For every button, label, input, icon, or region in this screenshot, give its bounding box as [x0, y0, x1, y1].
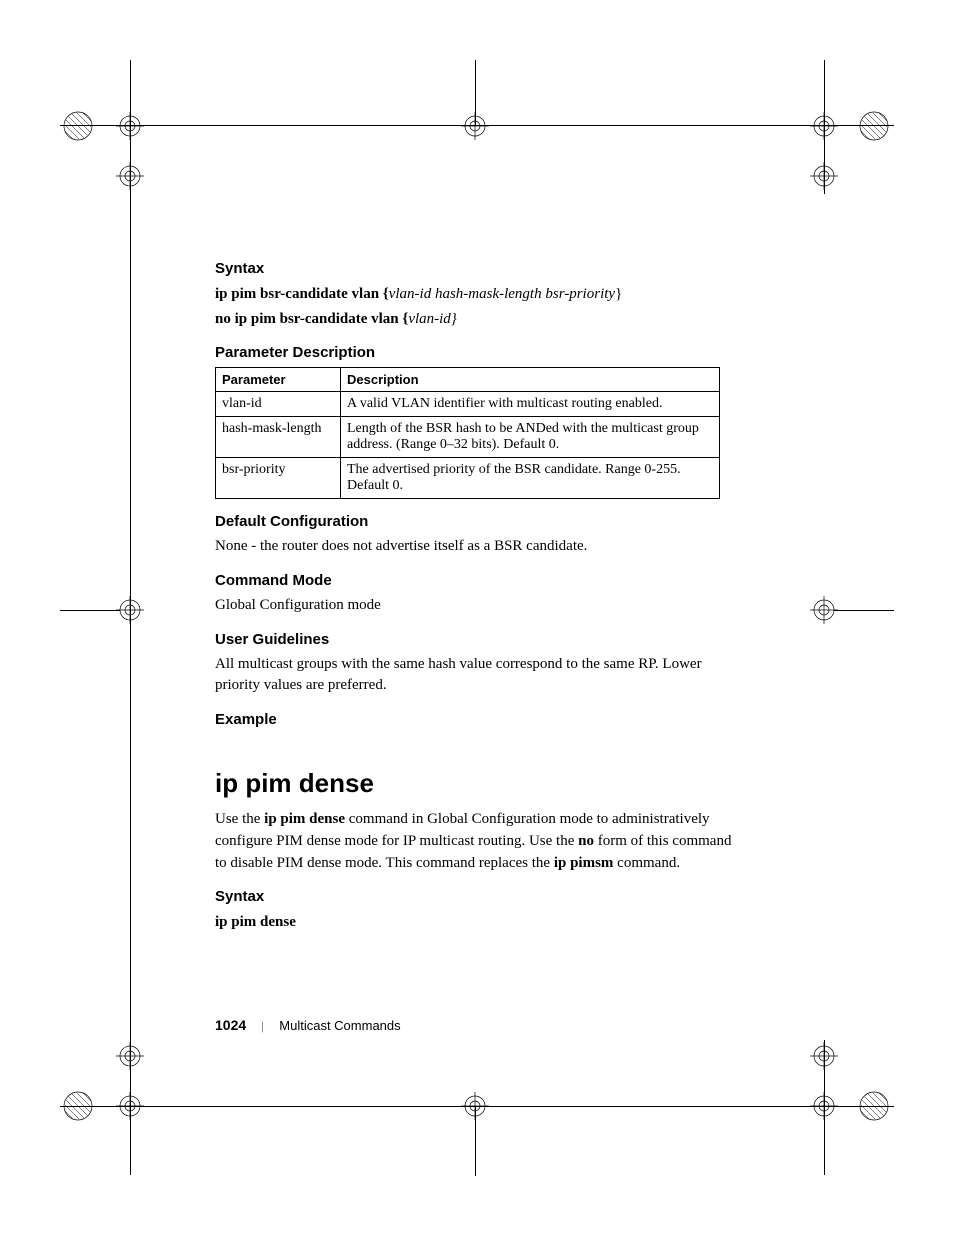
text: Use the	[215, 811, 264, 827]
syntax-line: no ip pim bsr-candidate vlan {vlan-id}	[215, 308, 735, 331]
table-row: vlan-id A valid VLAN identifier with mul…	[216, 392, 720, 417]
parameter-table: Parameter Description vlan-id A valid VL…	[215, 367, 720, 499]
text: command.	[613, 855, 680, 871]
crop-line	[475, 60, 476, 125]
inline-keyword: no	[578, 833, 594, 849]
param-name: vlan-id	[216, 392, 341, 417]
footer-separator: |	[261, 1018, 264, 1033]
page-body: Syntax ip pim bsr-candidate vlan {vlan-i…	[215, 260, 735, 936]
parameter-description-heading: Parameter Description	[215, 344, 735, 361]
crop-line	[834, 610, 894, 611]
chapter-name: Multicast Commands	[279, 1018, 400, 1033]
crop-line	[60, 610, 120, 611]
syntax-cmd: ip pim bsr-candidate vlan {	[215, 286, 389, 302]
default-config-body: None - the router does not advertise its…	[215, 536, 735, 558]
syntax-cmd: no ip pim bsr-candidate vlan {	[215, 311, 408, 327]
inline-command: ip pimsm	[554, 855, 614, 871]
syntax-args: vlan-id}	[408, 311, 457, 327]
command-mode-body: Global Configuration mode	[215, 595, 735, 617]
syntax-line: ip pim bsr-candidate vlan {vlan-id hash-…	[215, 283, 735, 306]
param-name: hash-mask-length	[216, 417, 341, 458]
page-footer: 1024 | Multicast Commands	[215, 1017, 401, 1034]
page-number: 1024	[215, 1017, 246, 1033]
syntax-args: vlan-id hash-mask-length bsr-priority	[389, 286, 615, 302]
param-name: bsr-priority	[216, 458, 341, 499]
default-config-heading: Default Configuration	[215, 513, 735, 530]
table-row: hash-mask-length Length of the BSR hash …	[216, 417, 720, 458]
user-guidelines-heading: User Guidelines	[215, 631, 735, 648]
syntax-brace: }	[615, 286, 622, 302]
crop-line	[130, 60, 131, 1175]
inline-command: ip pim dense	[264, 811, 345, 827]
table-header: Parameter	[216, 368, 341, 392]
syntax-heading: Syntax	[215, 260, 735, 277]
command-mode-heading: Command Mode	[215, 572, 735, 589]
crop-line	[475, 1106, 476, 1176]
table-header-row: Parameter Description	[216, 368, 720, 392]
param-desc: A valid VLAN identifier with multicast r…	[341, 392, 720, 417]
user-guidelines-body: All multicast groups with the same hash …	[215, 654, 735, 698]
example-heading: Example	[215, 711, 735, 728]
table-row: bsr-priority The advertised priority of …	[216, 458, 720, 499]
crop-line	[60, 125, 894, 126]
crop-line	[824, 1040, 825, 1175]
command-title: ip pim dense	[215, 768, 735, 799]
crop-line	[824, 60, 825, 194]
crop-line	[60, 1106, 894, 1107]
syntax-heading: Syntax	[215, 888, 735, 905]
table-header: Description	[341, 368, 720, 392]
param-desc: Length of the BSR hash to be ANDed with …	[341, 417, 720, 458]
registration-mark-icon	[62, 110, 94, 142]
syntax-line: ip pim dense	[215, 911, 735, 934]
command-description: Use the ip pim dense command in Global C…	[215, 809, 735, 874]
param-desc: The advertised priority of the BSR candi…	[341, 458, 720, 499]
registration-mark-icon	[858, 110, 890, 142]
